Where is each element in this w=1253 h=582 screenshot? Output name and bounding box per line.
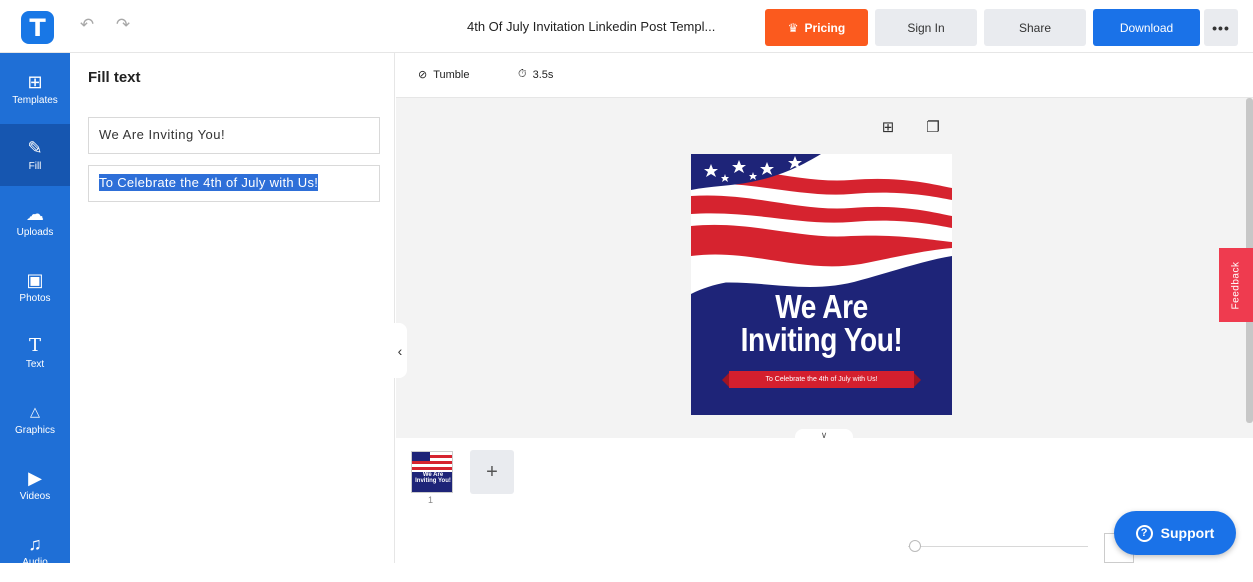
document-title[interactable]: 4th Of July Invitation Linkedin Post Tem… bbox=[467, 19, 715, 34]
thumbnail-flag-graphic bbox=[412, 452, 452, 472]
animation-effect-button[interactable]: ⊘ Tumble bbox=[418, 68, 470, 82]
photo-icon: ▣ bbox=[26, 270, 44, 290]
undo-icon[interactable]: ↶ bbox=[77, 15, 97, 35]
support-label: Support bbox=[1160, 525, 1215, 541]
thumbnail-headline: We Are Inviting You! bbox=[415, 472, 451, 484]
download-button[interactable]: Download bbox=[1093, 9, 1200, 46]
design-canvas[interactable]: We Are Inviting You! To Celebrate the 4t… bbox=[691, 154, 952, 415]
animation-effect-label: Tumble bbox=[433, 68, 470, 81]
rail-item-graphics[interactable]: △ Graphics bbox=[0, 388, 70, 450]
rail-item-photos[interactable]: ▣ Photos bbox=[0, 256, 70, 318]
pricing-label: Pricing bbox=[804, 20, 846, 35]
rail-label: Uploads bbox=[16, 227, 54, 238]
feedback-tab[interactable]: Feedback bbox=[1219, 248, 1253, 322]
page-thumbnail[interactable]: We Are Inviting You! bbox=[411, 451, 453, 493]
subtitle-text-field[interactable]: To Celebrate the 4th of July with Us! bbox=[88, 165, 380, 202]
rail-item-templates[interactable]: ⊞ Templates bbox=[0, 58, 70, 120]
rail-label: Videos bbox=[19, 491, 51, 502]
rail-label: Graphics bbox=[14, 425, 55, 436]
crown-icon: ♛ bbox=[787, 20, 799, 35]
pencil-icon: ✎ bbox=[27, 138, 43, 158]
rail-item-audio[interactable]: ♫ Audio bbox=[0, 520, 70, 582]
timer-icon: ⏱ bbox=[518, 68, 527, 80]
rail-item-text[interactable]: T Text bbox=[0, 322, 70, 384]
pricing-button[interactable]: ♛ Pricing bbox=[765, 9, 868, 46]
rail-item-fill[interactable]: ✎ Fill bbox=[0, 124, 70, 186]
rail-label: Text bbox=[25, 359, 45, 370]
animation-duration-label: 3.5s bbox=[532, 68, 554, 81]
feedback-label: Feedback bbox=[1230, 261, 1242, 309]
zoom-slider-knob[interactable] bbox=[909, 540, 921, 552]
rail-label: Photos bbox=[19, 293, 51, 304]
video-icon: ▶ bbox=[28, 468, 42, 488]
shapes-icon: △ bbox=[30, 404, 40, 419]
headline-line-1: We Are bbox=[775, 288, 868, 325]
rail-item-uploads[interactable]: ☁ Uploads bbox=[0, 190, 70, 252]
add-page-button[interactable]: + bbox=[470, 450, 514, 494]
templates-icon: ⊞ bbox=[27, 72, 43, 92]
rail-label: Templates bbox=[12, 95, 58, 106]
text-icon: T bbox=[28, 335, 41, 356]
animation-bar: ⊘ Tumble ⏱ 3.5s bbox=[396, 53, 1253, 98]
redo-icon[interactable]: ↷ bbox=[113, 15, 133, 35]
music-icon: ♫ bbox=[28, 534, 42, 554]
sign-in-button[interactable]: Sign In bbox=[875, 9, 977, 46]
headline-text-field[interactable]: We Are Inviting You! bbox=[88, 117, 380, 154]
collapse-panel-chevron-icon[interactable]: ‹ bbox=[393, 323, 407, 378]
top-bar: T ↶ ↷ 4th Of July Invitation Linkedin Po… bbox=[0, 0, 1253, 53]
design-headline[interactable]: We Are Inviting You! bbox=[711, 290, 933, 356]
share-button[interactable]: Share bbox=[984, 9, 1086, 46]
animation-duration-button[interactable]: ⏱ 3.5s bbox=[518, 68, 553, 81]
zoom-slider-track[interactable] bbox=[908, 546, 1088, 547]
more-options-button[interactable]: ••• bbox=[1204, 9, 1238, 46]
tumble-icon: ⊘ bbox=[418, 69, 428, 81]
support-button[interactable]: ? Support bbox=[1114, 511, 1236, 555]
app-logo[interactable]: T bbox=[21, 11, 54, 44]
selected-text: To Celebrate the 4th of July with Us! bbox=[99, 174, 319, 191]
fill-text-panel: Fill text We Are Inviting You! To Celebr… bbox=[70, 53, 395, 563]
headline-line-2: Inviting You! bbox=[740, 321, 903, 358]
rail-label: Fill bbox=[28, 161, 42, 172]
duplicate-icon[interactable]: ❐ bbox=[923, 118, 943, 136]
question-icon: ? bbox=[1135, 524, 1153, 542]
add-element-icon[interactable]: ⊞ bbox=[878, 118, 898, 136]
design-ribbon-text[interactable]: To Celebrate the 4th of July with Us! bbox=[722, 371, 921, 388]
rail-item-videos[interactable]: ▶ Videos bbox=[0, 454, 70, 516]
panel-title: Fill text bbox=[88, 69, 141, 86]
cloud-upload-icon: ☁ bbox=[26, 204, 44, 224]
page-number: 1 bbox=[428, 495, 434, 505]
left-rail: ⊞ Templates ✎ Fill ☁ Uploads ▣ Photos T … bbox=[0, 53, 70, 568]
